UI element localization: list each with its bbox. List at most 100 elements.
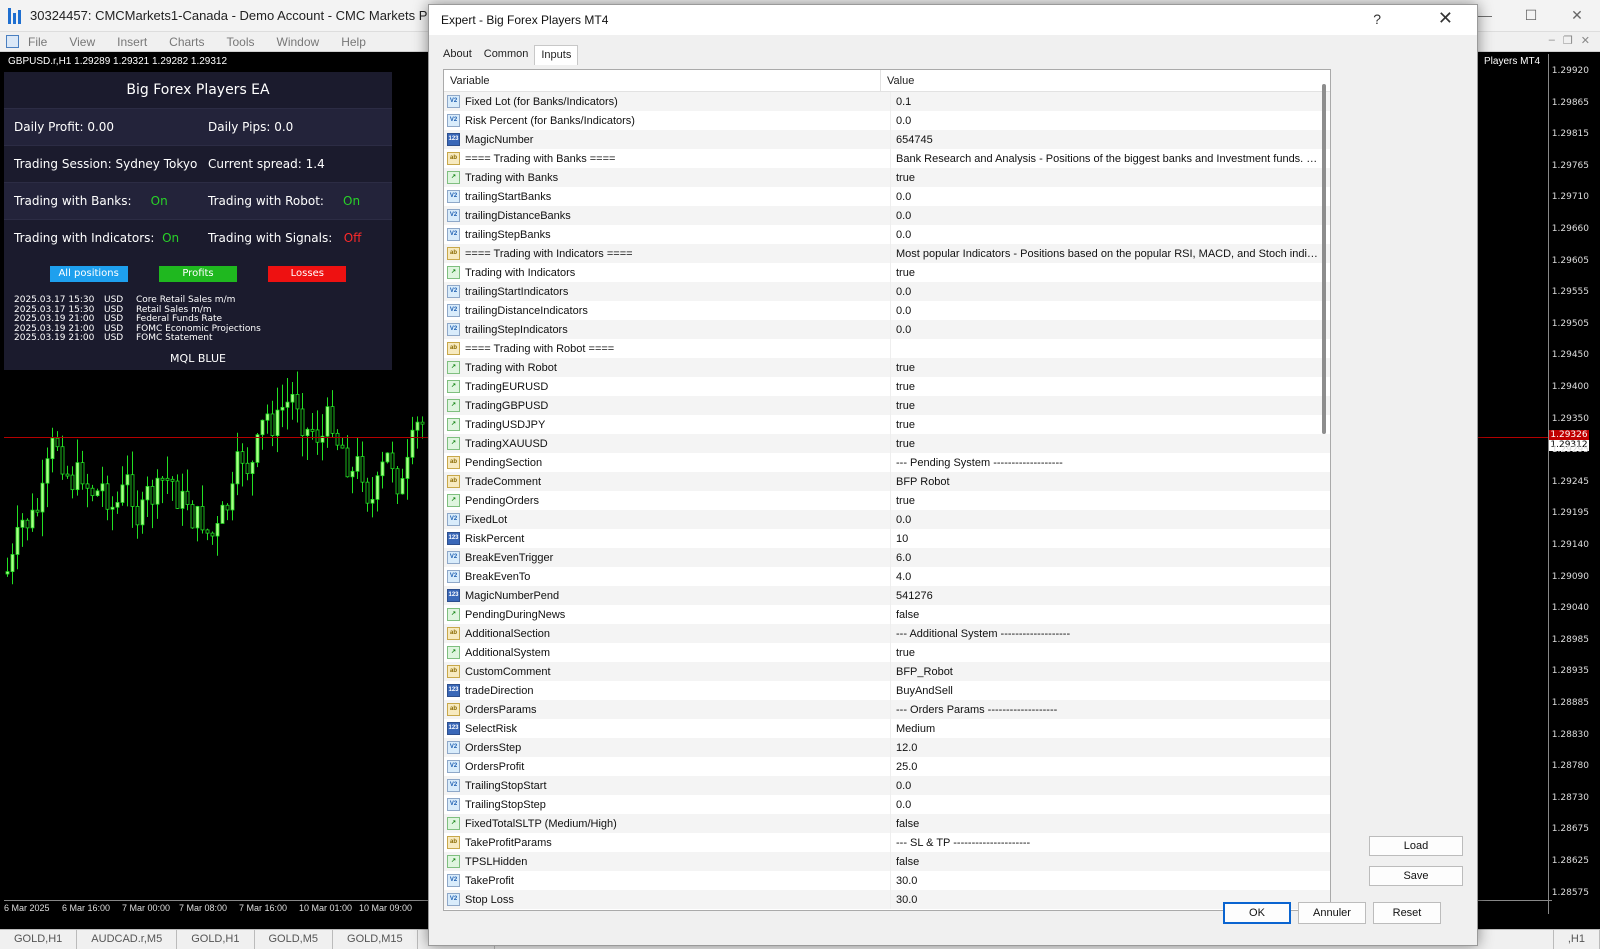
mdi-minimize-icon[interactable]: – — [1549, 34, 1555, 47]
chart-tab[interactable]: AUDCAD.r,M5 — [77, 930, 178, 949]
input-value[interactable]: true — [891, 381, 1321, 393]
input-row[interactable]: ↗ AdditionalSystem true — [444, 643, 1330, 662]
input-value[interactable]: 12.0 — [891, 742, 1321, 754]
input-row[interactable]: V2 trailingDistanceBanks 0.0 — [444, 206, 1330, 225]
menu-view[interactable]: View — [69, 35, 95, 49]
vertical-scrollbar[interactable] — [1322, 84, 1326, 434]
tab-about[interactable]: About — [437, 45, 478, 65]
cancel-button[interactable]: Annuler — [1298, 902, 1366, 924]
input-value[interactable]: 0.0 — [891, 229, 1321, 241]
input-row[interactable]: ↗ FixedTotalSLTP (Medium/High) false — [444, 814, 1330, 833]
input-row[interactable]: V2 OrdersStep 12.0 — [444, 738, 1330, 757]
menu-charts[interactable]: Charts — [169, 35, 204, 49]
input-value[interactable]: false — [891, 609, 1321, 621]
input-row[interactable]: ab ==== Trading with Robot ==== — [444, 339, 1330, 358]
chart-tab[interactable]: GOLD,M5 — [255, 930, 334, 949]
input-row[interactable]: V2 Fixed Lot (for Banks/Indicators) 0.1 — [444, 92, 1330, 111]
input-row[interactable]: 123 tradeDirection BuyAndSell — [444, 681, 1330, 700]
input-value[interactable]: 0.0 — [891, 780, 1321, 792]
input-row[interactable]: ab ==== Trading with Indicators ==== Most … — [444, 244, 1330, 263]
price-axis[interactable]: 1.29326 1.29312 1.29920 1.29865 1.29815 1.2… — [1548, 54, 1592, 914]
column-variable[interactable]: Variable — [444, 70, 880, 91]
input-row[interactable]: V2 Risk Percent (for Banks/Indicators) 0.0 — [444, 111, 1330, 130]
mdi-restore-icon[interactable]: ❐ — [1563, 34, 1573, 47]
all-positions-button[interactable]: All positions — [49, 266, 128, 282]
close-icon[interactable]: ✕ — [1438, 8, 1453, 29]
profits-button[interactable]: Profits — [158, 266, 237, 282]
input-value[interactable]: --- Additional System ------------------… — [891, 628, 1321, 640]
input-value[interactable]: 0.0 — [891, 286, 1321, 298]
input-value[interactable]: BuyAndSell — [891, 685, 1321, 697]
menu-window[interactable]: Window — [277, 35, 320, 49]
input-value[interactable]: false — [891, 818, 1321, 830]
input-row[interactable]: ↗ TradingEURUSD true — [444, 377, 1330, 396]
document-icon[interactable] — [6, 35, 19, 48]
input-row[interactable]: ↗ TradingGBPUSD true — [444, 396, 1330, 415]
input-value[interactable]: 0.0 — [891, 115, 1321, 127]
menu-help[interactable]: Help — [341, 35, 366, 49]
load-button[interactable]: Load — [1369, 836, 1463, 856]
input-row[interactable]: V2 trailingStepIndicators 0.0 — [444, 320, 1330, 339]
input-value[interactable]: --- Pending System ------------------- — [891, 457, 1321, 469]
input-value[interactable]: 0.0 — [891, 799, 1321, 811]
chart-tab[interactable]: GOLD,H1 — [177, 930, 255, 949]
input-row[interactable]: V2 trailingStartBanks 0.0 — [444, 187, 1330, 206]
input-row[interactable]: ↗ Trading with Robot true — [444, 358, 1330, 377]
help-icon[interactable]: ? — [1373, 11, 1381, 27]
menu-insert[interactable]: Insert — [117, 35, 147, 49]
input-row[interactable]: V2 TrailingStopStart 0.0 — [444, 776, 1330, 795]
input-value[interactable]: true — [891, 419, 1321, 431]
input-row[interactable]: 123 MagicNumberPend 541276 — [444, 586, 1330, 605]
input-row[interactable]: ↗ PendingOrders true — [444, 491, 1330, 510]
input-value[interactable]: true — [891, 267, 1321, 279]
input-row[interactable]: V2 Stop Loss 30.0 — [444, 890, 1330, 909]
input-value[interactable]: 0.0 — [891, 305, 1321, 317]
input-value[interactable]: 30.0 — [891, 875, 1321, 887]
losses-button[interactable]: Losses — [268, 266, 347, 282]
chart-tab[interactable]: GOLD,H1 — [0, 930, 78, 949]
menu-tools[interactable]: Tools — [227, 35, 255, 49]
input-row[interactable]: 123 MagicNumber 654745 — [444, 130, 1330, 149]
input-value[interactable]: Most popular Indicators - Positions base… — [891, 248, 1321, 260]
input-row[interactable]: 123 RiskPercent 10 — [444, 529, 1330, 548]
input-row[interactable]: ↗ TPSLHidden false — [444, 852, 1330, 871]
input-value[interactable]: 25.0 — [891, 761, 1321, 773]
mdi-close-icon[interactable]: ✕ — [1581, 34, 1590, 47]
input-row[interactable]: V2 FixedLot 0.0 — [444, 510, 1330, 529]
input-row[interactable]: ↗ TradingXAUUSD true — [444, 434, 1330, 453]
input-row[interactable]: ab ==== Trading with Banks ==== Bank Resea… — [444, 149, 1330, 168]
input-row[interactable]: V2 BreakEvenTrigger 6.0 — [444, 548, 1330, 567]
input-value[interactable]: 0.0 — [891, 514, 1321, 526]
input-value[interactable]: --- Orders Params ------------------- — [891, 704, 1321, 716]
chart-tab[interactable]: GOLD,M15 — [333, 930, 418, 949]
input-value[interactable]: BFP Robot — [891, 476, 1321, 488]
inputs-list[interactable]: Variable Value V2 Fixed Lot (for Banks/In… — [443, 69, 1331, 911]
input-value[interactable]: 0.1 — [891, 96, 1321, 108]
input-row[interactable]: ↗ TradingUSDJPY true — [444, 415, 1330, 434]
input-value[interactable]: false — [891, 856, 1321, 868]
input-row[interactable]: ab AdditionalSection --- Additional System… — [444, 624, 1330, 643]
menu-file[interactable]: File — [28, 35, 47, 49]
tab-inputs[interactable]: Inputs — [534, 45, 579, 65]
tab-common[interactable]: Common — [478, 45, 535, 65]
input-row[interactable]: V2 trailingStepBanks 0.0 — [444, 225, 1330, 244]
input-row[interactable]: V2 trailingDistanceIndicators 0.0 — [444, 301, 1330, 320]
input-value[interactable]: true — [891, 438, 1321, 450]
input-row[interactable]: V2 TrailingStopStep 0.0 — [444, 795, 1330, 814]
input-row[interactable]: ↗ PendingDuringNews false — [444, 605, 1330, 624]
input-value[interactable]: true — [891, 362, 1321, 374]
input-row[interactable]: ↗ Trading with Indicators true — [444, 263, 1330, 282]
input-row[interactable]: ab CustomComment BFP_Robot — [444, 662, 1330, 681]
input-value[interactable]: 541276 — [891, 590, 1321, 602]
input-value[interactable]: 0.0 — [891, 191, 1321, 203]
input-row[interactable]: ↗ Trading with Banks true — [444, 168, 1330, 187]
input-row[interactable]: V2 OrdersProfit 25.0 — [444, 757, 1330, 776]
input-value[interactable]: true — [891, 495, 1321, 507]
close-window-icon[interactable]: ✕ — [1554, 0, 1600, 32]
dialog-title-bar[interactable]: Expert - Big Forex Players MT4 ? ✕ — [429, 5, 1477, 35]
input-value[interactable]: 10 — [891, 533, 1321, 545]
input-row[interactable]: V2 TakeProfit 30.0 — [444, 871, 1330, 890]
input-value[interactable]: BFP_Robot — [891, 666, 1321, 678]
input-value[interactable]: 0.0 — [891, 210, 1321, 222]
input-value[interactable]: Medium — [891, 723, 1321, 735]
